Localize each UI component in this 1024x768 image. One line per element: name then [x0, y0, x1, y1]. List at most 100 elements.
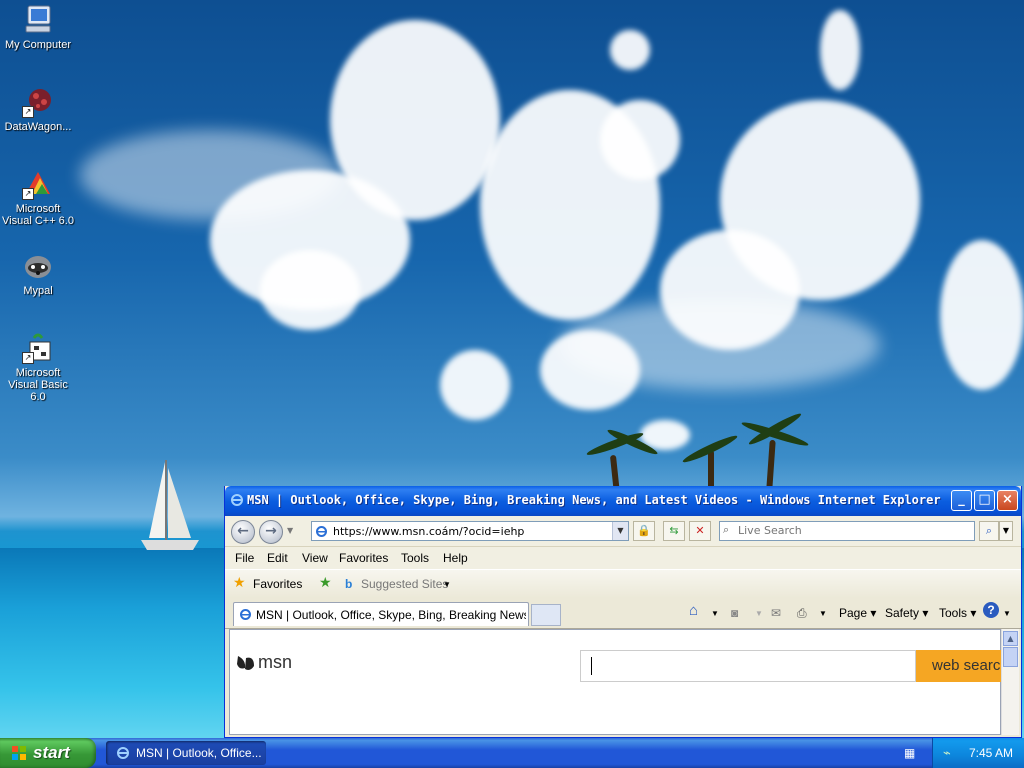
menu-favorites[interactable]: Favorites — [339, 551, 388, 565]
page-menu-button[interactable]: Page ▾ — [839, 606, 876, 620]
live-search-input[interactable] — [738, 524, 968, 537]
taskbar: start MSN | Outlook, Office... ▦ ⌁ 7:45 … — [0, 738, 1024, 768]
favorites-star-icon: ★ — [233, 574, 246, 590]
start-label: start — [33, 743, 70, 762]
menu-file[interactable]: File — [235, 551, 254, 565]
safety-menu-button[interactable]: Safety ▾ — [885, 606, 928, 620]
home-icon[interactable]: ⌂ — [689, 602, 698, 619]
safety-menu-label: Safety — [885, 606, 920, 620]
feeds-dropdown-icon[interactable]: ▼ — [755, 609, 763, 618]
tools-menu-label: Tools — [939, 606, 968, 620]
cloud — [940, 240, 1024, 390]
shortcut-arrow-icon: ↗ — [22, 188, 34, 200]
desktop-icon-label: Microsoft Visual Basic 6.0 — [8, 367, 68, 403]
desktop-icon-my-computer[interactable]: My Computer — [0, 4, 76, 51]
tab-title: MSN | Outlook, Office, Skype, Bing, Brea… — [256, 608, 526, 622]
tab-ie-icon — [240, 609, 251, 620]
msn-butterfly-icon — [237, 656, 254, 670]
window-title: MSN | Outlook, Office, Skype, Bing, Brea… — [247, 493, 941, 507]
web-search-button[interactable]: web search — [916, 650, 1002, 682]
cloud — [820, 10, 860, 90]
back-button[interactable]: ← — [231, 520, 255, 544]
vertical-scrollbar[interactable]: ▲ — [1001, 629, 1019, 735]
live-search-box[interactable]: ⌕ — [719, 521, 975, 541]
text-caret — [591, 657, 592, 675]
stop-icon[interactable]: ✕ — [689, 521, 711, 541]
start-button[interactable]: start — [0, 738, 96, 768]
keyboard-icon[interactable]: ▦ — [904, 746, 915, 760]
close-button[interactable]: × — [997, 490, 1018, 511]
mail-icon[interactable]: ✉ — [771, 606, 781, 620]
desktop-icon-label: Mypal — [23, 285, 53, 297]
cloud — [260, 250, 360, 330]
cloud — [440, 350, 510, 420]
mypal-icon — [22, 250, 54, 282]
menu-edit[interactable]: Edit — [267, 551, 288, 565]
sailboat — [141, 460, 199, 550]
minimize-button[interactable]: _ — [951, 490, 972, 511]
lock-icon[interactable]: 🔒 — [633, 521, 655, 541]
msn-search-input[interactable] — [580, 650, 916, 682]
home-dropdown-icon[interactable]: ▼ — [711, 609, 719, 618]
taskbar-item-label: MSN | Outlook, Office... — [136, 746, 262, 760]
cloud — [610, 30, 650, 70]
search-options-dropdown-icon[interactable]: ▼ — [999, 521, 1013, 541]
shortcut-arrow-icon: ↗ — [22, 106, 34, 118]
menu-help[interactable]: Help — [443, 551, 468, 565]
recent-pages-dropdown-icon[interactable]: ▼ — [287, 526, 293, 535]
network-icon[interactable]: ⌁ — [943, 745, 951, 761]
address-text: https://www.msn.coám/?ocid=iehp — [333, 525, 525, 538]
desktop-icon-visual-cpp[interactable]: ↗ Microsoft Visual C++ 6.0 — [0, 168, 76, 227]
tab-bar: MSN | Outlook, Office, Skype, Bing, Brea… — [225, 598, 1021, 629]
visual-basic-icon: ↗ — [22, 332, 54, 364]
menu-tools[interactable]: Tools — [401, 551, 429, 565]
help-dropdown-icon[interactable]: ▼ — [1003, 609, 1011, 618]
tab-msn[interactable]: MSN | Outlook, Office, Skype, Bing, Brea… — [233, 602, 529, 626]
computer-icon — [22, 4, 54, 36]
taskbar-item-msn[interactable]: MSN | Outlook, Office... — [106, 741, 266, 765]
help-icon[interactable]: ? — [983, 602, 999, 618]
print-dropdown-icon[interactable]: ▼ — [819, 609, 827, 618]
menu-view[interactable]: View — [302, 551, 328, 565]
menu-bar: File Edit View Favorites Tools Help — [225, 547, 1021, 569]
visual-cpp-icon: ↗ — [22, 168, 54, 200]
desktop-icon-label: Microsoft Visual C++ 6.0 — [2, 203, 74, 227]
suggested-sites-button[interactable]: Suggested Sites — [361, 577, 448, 591]
datawagon-icon: ↗ — [22, 86, 54, 118]
page-ie-icon — [316, 526, 327, 537]
new-tab-button[interactable] — [531, 604, 561, 626]
tools-menu-button[interactable]: Tools ▾ — [939, 606, 976, 620]
refresh-icon[interactable]: ⇆ — [663, 521, 685, 541]
search-magnifier-icon: ⌕ — [723, 523, 730, 536]
desktop-icon-label: DataWagon... — [4, 121, 72, 133]
cloud — [600, 100, 680, 180]
palm-trunk — [708, 450, 714, 490]
add-favorite-icon[interactable]: ★ — [319, 574, 332, 591]
window-titlebar[interactable]: MSN | Outlook, Office, Skype, Bing, Brea… — [225, 486, 1021, 516]
taskbar-ie-icon — [117, 747, 129, 759]
favorites-button[interactable]: Favorites — [253, 577, 302, 591]
address-dropdown-icon[interactable]: ▼ — [612, 522, 628, 540]
cloud — [330, 20, 500, 220]
system-tray: ⌁ 7:45 AM — [932, 738, 1024, 768]
shortcut-arrow-icon: ↗ — [22, 352, 34, 364]
clock[interactable]: 7:45 AM — [969, 746, 1013, 760]
scroll-up-icon[interactable]: ▲ — [1003, 631, 1018, 646]
favorites-bar: ★ Favorites ★ b Suggested Sites ▼ — [225, 569, 1021, 598]
feeds-icon[interactable]: ◙ — [731, 606, 738, 620]
address-field[interactable]: https://www.msn.coám/?ocid=iehp ▼ — [311, 521, 629, 541]
page-content: msn web search — [229, 629, 1002, 735]
cloud-haze — [560, 300, 880, 390]
msn-logo-text: msn — [258, 652, 293, 672]
bing-icon: b — [345, 577, 353, 591]
print-icon[interactable]: ⎙ — [797, 606, 807, 621]
scroll-thumb[interactable] — [1003, 647, 1018, 667]
suggested-sites-dropdown-icon[interactable]: ▼ — [443, 580, 451, 589]
maximize-button[interactable]: □ — [974, 490, 995, 511]
desktop-icon-datawagon[interactable]: ↗ DataWagon... — [0, 86, 76, 133]
desktop-icon-visual-basic[interactable]: ↗ Microsoft Visual Basic 6.0 — [0, 332, 76, 403]
desktop-icon-mypal[interactable]: Mypal — [0, 250, 76, 297]
desktop-icon-label: My Computer — [4, 39, 72, 51]
search-go-icon[interactable]: ⌕ — [979, 521, 999, 541]
forward-button[interactable]: → — [259, 520, 283, 544]
